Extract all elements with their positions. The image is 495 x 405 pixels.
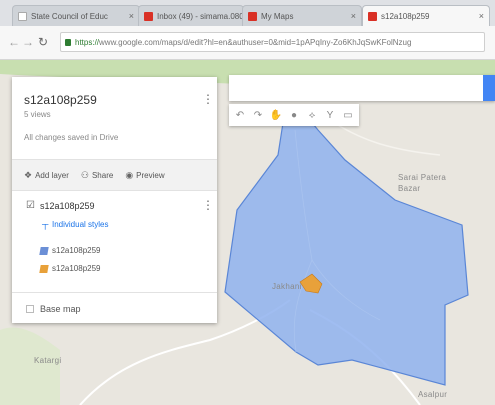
polygon-feature-icon — [39, 247, 49, 255]
tab-inbox[interactable]: Inbox (49) - simama.080 × — [138, 5, 244, 26]
gmail-icon — [144, 11, 153, 21]
base-map-label: Base map — [40, 303, 81, 314]
redo-icon[interactable]: ↷ — [250, 107, 266, 123]
map-search-input[interactable] — [229, 75, 495, 101]
hand-icon[interactable]: ✋ — [268, 107, 284, 123]
map-label-sarai: Sarai Patera Bazar — [398, 173, 447, 193]
more-vert-icon[interactable]: ⋮ — [202, 93, 214, 105]
individual-styles-link[interactable]: Individual styles — [52, 220, 108, 229]
tab-my-maps[interactable]: My Maps × — [242, 5, 362, 26]
preview-button[interactable]: ◉ Preview — [125, 170, 164, 181]
address-bar[interactable]: https:// www.google.com/maps/d/edit?hl=e… — [60, 32, 485, 52]
tab-title: s12a108p259 — [381, 11, 430, 21]
share-label: Share — [91, 170, 114, 180]
layer-more-vert-icon[interactable]: ⋮ — [202, 199, 214, 211]
share-icon: ⚇ — [80, 169, 89, 180]
map-views: 5 views — [24, 110, 51, 119]
tab-current-map[interactable]: s12a108p259 × — [362, 5, 490, 26]
forward-arrow-icon[interactable]: → — [22, 35, 34, 49]
maps-icon — [248, 11, 257, 21]
close-icon[interactable]: × — [347, 11, 356, 21]
map-label-katargi: Katargi — [34, 356, 62, 365]
preview-icon: ◉ — [125, 169, 134, 180]
map-canvas[interactable]: Sarai Patera Bazar Jakhani Katargi Asalp… — [0, 60, 495, 405]
share-button[interactable]: ⚇ Share — [81, 170, 113, 181]
base-map-row[interactable]: Base map — [12, 292, 217, 324]
close-icon[interactable]: × — [475, 11, 484, 21]
close-icon[interactable]: × — [125, 11, 134, 21]
layer-checkbox[interactable]: ☑ — [26, 200, 35, 211]
map-label-jakhani: Jakhani — [272, 282, 302, 291]
draw-line-icon[interactable]: ⟡ — [304, 107, 320, 123]
feature-item[interactable]: s12a108p259 — [52, 246, 101, 255]
add-layer-icon: ❖ — [24, 169, 33, 180]
back-arrow-icon[interactable]: ← — [8, 35, 20, 49]
reload-icon[interactable]: ↻ — [38, 35, 48, 49]
add-layer-button[interactable]: ❖ Add layer — [24, 170, 69, 181]
paint-roller-icon: ┬ — [42, 219, 49, 229]
url-text: www.google.com/maps/d/edit?hl=en&authuse… — [99, 37, 412, 47]
map-toolbar: ↶ ↷ ✋ ● ⟡ Y ▭ — [229, 104, 359, 126]
browser-tab-bar: State Council of Educ × Inbox (49) - sim… — [0, 0, 495, 26]
browser-toolbar: ← → ↻ https:// www.google.com/maps/d/edi… — [0, 26, 495, 60]
add-layer-label: Add layer — [35, 170, 69, 180]
base-map-expand-icon[interactable] — [26, 304, 34, 313]
marker-icon[interactable]: ● — [286, 107, 302, 123]
map-title[interactable]: s12a108p259 — [24, 93, 97, 107]
url-scheme: https:// — [75, 37, 100, 47]
panel-actions: ❖ Add layer ⚇ Share ◉ Preview — [12, 159, 217, 191]
tab-title: Inbox (49) - simama.080 — [157, 11, 244, 21]
tab-title: State Council of Educ — [31, 11, 108, 21]
maps-icon — [368, 11, 377, 21]
layers-panel: s12a108p259 ⋮ 5 views All changes saved … — [12, 77, 217, 323]
undo-icon[interactable]: ↶ — [232, 107, 248, 123]
lock-icon — [65, 38, 71, 46]
page-icon — [18, 11, 27, 21]
feature-item[interactable]: s12a108p259 — [52, 264, 101, 273]
directions-icon[interactable]: Y — [322, 107, 338, 123]
polygon-feature-icon — [39, 265, 49, 273]
save-status: All changes saved in Drive — [24, 133, 119, 142]
search-button[interactable] — [483, 75, 495, 101]
preview-label: Preview — [136, 170, 165, 180]
ruler-icon[interactable]: ▭ — [340, 107, 356, 123]
map-label-asalpur: Asalpur — [418, 390, 448, 399]
layer-name[interactable]: s12a108p259 — [40, 201, 95, 211]
tab-title: My Maps — [261, 11, 294, 21]
tab-state-council[interactable]: State Council of Educ × — [12, 5, 140, 26]
